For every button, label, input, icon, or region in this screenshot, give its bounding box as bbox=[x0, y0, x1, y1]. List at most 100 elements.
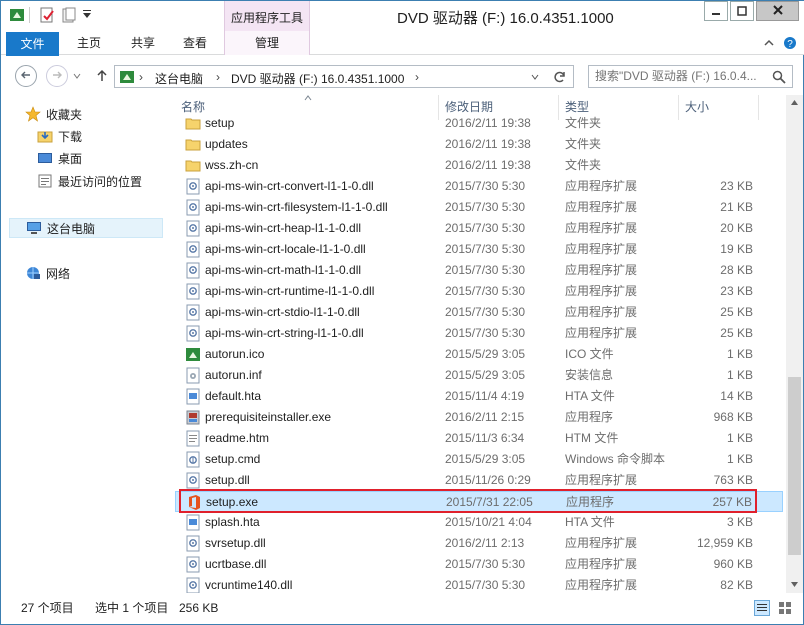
file-type: 应用程序扩展 bbox=[565, 557, 638, 571]
large-icons-view-icon[interactable] bbox=[777, 600, 793, 616]
computer-icon bbox=[27, 222, 41, 234]
file-type: 应用程序扩展 bbox=[565, 200, 638, 214]
file-name: svrsetup.dll bbox=[205, 536, 266, 550]
file-row-selected[interactable]: setup.exe 2015/7/31 22:05 应用程序 257 KB bbox=[175, 491, 783, 512]
file-row[interactable]: autorun.ico 2015/5/29 3:05 ICO 文件 1 KB bbox=[175, 344, 783, 365]
up-arrow-icon[interactable] bbox=[95, 69, 109, 83]
file-row[interactable]: default.hta 2015/11/4 4:19 HTA 文件 14 KB bbox=[175, 386, 783, 407]
app-icon[interactable] bbox=[9, 7, 25, 23]
file-row[interactable]: readme.htm 2015/11/3 6:34 HTM 文件 1 KB bbox=[175, 428, 783, 449]
file-date: 2015/10/21 4:04 bbox=[445, 515, 532, 529]
scroll-up-icon[interactable] bbox=[790, 99, 799, 106]
file-date: 2015/7/30 5:30 bbox=[445, 305, 526, 319]
tab-view[interactable]: 查看 bbox=[173, 31, 217, 55]
sidebar-item-network[interactable]: 网络 bbox=[25, 264, 70, 284]
file-size: 12,959 KB bbox=[696, 536, 753, 550]
ribbon-expand-icon[interactable] bbox=[763, 38, 775, 48]
new-folder-icon[interactable] bbox=[61, 7, 77, 23]
search-box[interactable] bbox=[588, 65, 793, 88]
file-row[interactable]: updates 2016/2/11 19:38 文件夹 bbox=[175, 134, 783, 155]
help-icon[interactable]: ? bbox=[783, 36, 797, 50]
file-row[interactable]: splash.hta 2015/10/21 4:04 HTA 文件 3 KB bbox=[175, 512, 783, 533]
sidebar-favorites-label: 收藏夹 bbox=[46, 108, 83, 122]
tab-manage[interactable]: 管理 bbox=[224, 31, 310, 55]
file-date: 2016/2/11 19:38 bbox=[445, 158, 531, 172]
file-row[interactable]: api-ms-win-crt-runtime-l1-1-0.dll 2015/7/… bbox=[175, 281, 783, 302]
breadcrumb-separator-icon[interactable]: › bbox=[216, 70, 220, 84]
office-icon bbox=[189, 495, 200, 510]
breadcrumb-separator-icon[interactable]: › bbox=[139, 70, 143, 84]
file-date: 2015/11/26 0:29 bbox=[445, 473, 531, 487]
file-row[interactable]: api-ms-win-crt-locale-l1-1-0.dll 2015/7/3… bbox=[175, 239, 783, 260]
dll-icon bbox=[186, 535, 200, 552]
qa-dropdown-icon[interactable] bbox=[81, 7, 93, 23]
details-view-icon[interactable] bbox=[754, 600, 770, 616]
file-type: 应用程序扩展 bbox=[565, 242, 638, 256]
file-size: 25 KB bbox=[720, 326, 753, 340]
back-button[interactable] bbox=[15, 65, 37, 87]
file-row[interactable]: prerequisiteinstaller.exe 2016/2/11 2:15 应… bbox=[175, 407, 783, 428]
file-row[interactable]: api-ms-win-crt-string-l1-1-0.dll 2015/7/3… bbox=[175, 323, 783, 344]
breadcrumb-separator-icon[interactable]: › bbox=[415, 70, 419, 84]
sidebar-item-this-pc[interactable]: 这台电脑 bbox=[9, 218, 163, 238]
history-dropdown-icon[interactable] bbox=[73, 73, 81, 79]
file-row[interactable]: api-ms-win-crt-math-l1-1-0.dll 2015/7/30 … bbox=[175, 260, 783, 281]
scrollbar-thumb[interactable] bbox=[788, 377, 801, 555]
drive-icon bbox=[120, 71, 134, 83]
forward-button[interactable] bbox=[46, 65, 68, 87]
sidebar-item-favorites[interactable]: 收藏夹 bbox=[25, 105, 82, 125]
file-row[interactable]: wss.zh-cn 2016/2/11 19:38 文件夹 bbox=[175, 155, 783, 176]
sidebar-item-downloads[interactable]: 下载 bbox=[37, 127, 82, 147]
search-icon[interactable] bbox=[772, 70, 786, 84]
vertical-scrollbar[interactable] bbox=[786, 95, 803, 593]
file-type: 应用程序扩展 bbox=[565, 284, 638, 298]
file-row[interactable]: setup.cmd 2015/5/29 3:05 Windows 命令脚本 1 KB bbox=[175, 449, 783, 470]
file-row[interactable]: api-ms-win-crt-stdio-l1-1-0.dll 2015/7/30… bbox=[175, 302, 783, 323]
file-type: 应用程序扩展 bbox=[565, 221, 638, 235]
refresh-icon[interactable] bbox=[553, 70, 567, 84]
file-name: api-ms-win-crt-runtime-l1-1-0.dll bbox=[205, 284, 375, 298]
file-row[interactable]: autorun.inf 2015/5/29 3:05 安装信息 1 KB bbox=[175, 365, 783, 386]
file-row[interactable]: ucrtbase.dll 2015/7/30 5:30 应用程序扩展 960 KB bbox=[175, 554, 783, 575]
tab-home[interactable]: 主页 bbox=[67, 31, 111, 55]
breadcrumb-drive[interactable]: DVD 驱动器 (F:) 16.0.4351.1000 bbox=[231, 70, 404, 87]
address-bar[interactable]: › 这台电脑 › DVD 驱动器 (F:) 16.0.4351.1000 › bbox=[114, 65, 574, 88]
search-input[interactable] bbox=[595, 69, 773, 83]
navigation-pane: 收藏夹 下载 桌面 最近访问的位置 这台电脑 网络 bbox=[1, 95, 165, 593]
minimize-button[interactable] bbox=[704, 1, 728, 21]
dll-icon bbox=[186, 241, 200, 258]
file-name: api-ms-win-crt-stdio-l1-1-0.dll bbox=[205, 305, 360, 319]
breadcrumb-this-pc[interactable]: 这台电脑 bbox=[155, 70, 203, 87]
dll-icon bbox=[186, 304, 200, 321]
file-type: 应用程序扩展 bbox=[565, 263, 638, 277]
status-selection-size: 256 KB bbox=[179, 601, 219, 615]
file-size: 763 KB bbox=[713, 473, 753, 487]
file-type: 应用程序 bbox=[565, 410, 614, 424]
scroll-down-icon[interactable] bbox=[790, 581, 799, 588]
address-dropdown-icon[interactable] bbox=[531, 74, 539, 80]
title-bar: 应用程序工具 DVD 驱动器 (F:) 16.0.4351.1000 bbox=[1, 1, 804, 32]
file-row[interactable]: api-ms-win-crt-filesystem-l1-1-0.dll 2015… bbox=[175, 197, 783, 218]
file-row[interactable]: api-ms-win-crt-convert-l1-1-0.dll 2015/7/… bbox=[175, 176, 783, 197]
tab-share[interactable]: 共享 bbox=[121, 31, 165, 55]
file-name: setup bbox=[205, 116, 235, 130]
file-row[interactable]: api-ms-win-crt-heap-l1-1-0.dll 2015/7/30 … bbox=[175, 218, 783, 239]
file-row[interactable]: setup.dll 2015/11/26 0:29 应用程序扩展 763 KB bbox=[175, 470, 783, 491]
close-icon bbox=[772, 5, 783, 15]
properties-icon[interactable] bbox=[39, 7, 55, 23]
file-type: ICO 文件 bbox=[565, 347, 614, 361]
sidebar-item-recent[interactable]: 最近访问的位置 bbox=[37, 172, 142, 192]
file-date: 2015/5/29 3:05 bbox=[445, 368, 526, 382]
network-icon bbox=[27, 267, 40, 279]
file-type: 应用程序扩展 bbox=[565, 179, 638, 193]
file-row[interactable]: svrsetup.dll 2016/2/11 2:13 应用程序扩展 12,959 K… bbox=[175, 533, 783, 554]
maximize-button[interactable] bbox=[730, 1, 754, 21]
file-name: default.hta bbox=[205, 389, 262, 403]
tab-file[interactable]: 文件 bbox=[6, 32, 59, 56]
file-size: 3 KB bbox=[726, 515, 753, 529]
sidebar-item-desktop[interactable]: 桌面 bbox=[37, 149, 82, 169]
close-button[interactable] bbox=[756, 1, 799, 21]
maximize-icon bbox=[737, 6, 747, 16]
file-row[interactable]: setup 2016/2/11 19:38 文件夹 bbox=[175, 113, 783, 134]
file-row[interactable]: vcruntime140.dll 2015/7/30 5:30 应用程序扩展 82 K… bbox=[175, 575, 783, 593]
